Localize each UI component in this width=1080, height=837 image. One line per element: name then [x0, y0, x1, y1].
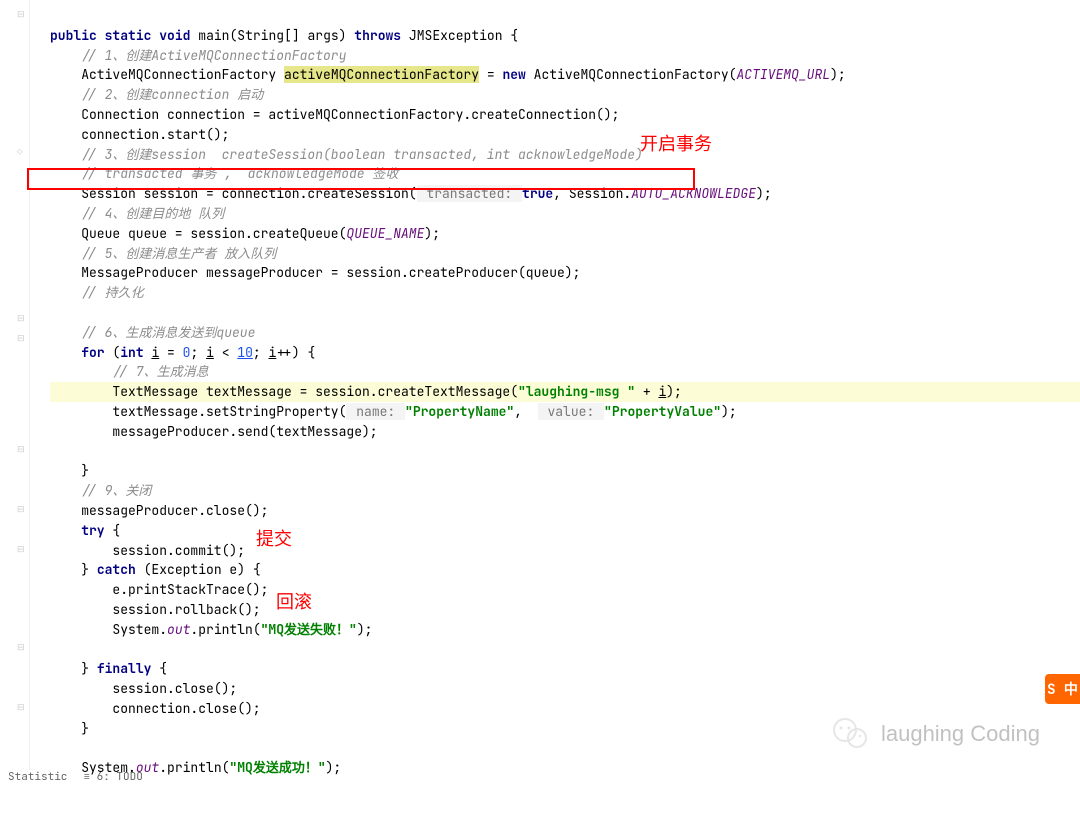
code-line: // transacted 事务 , acknowledgeMode 签收: [50, 165, 398, 182]
code-line: connection.close();: [50, 700, 261, 717]
code-line: TextMessage textMessage = session.create…: [50, 382, 1080, 402]
watermark: laughing Coding: [831, 714, 1040, 754]
fold-icon[interactable]: ⊟: [17, 543, 25, 555]
ime-badge[interactable]: S 中: [1045, 674, 1080, 704]
code-line: try {: [50, 522, 120, 539]
gutter: ⊟ ◇ ⊟ ⊟ ⊟ ⊟ ⊟ ⊟ ⊟: [0, 0, 30, 770]
code-line: // 7、生成消息: [50, 363, 209, 380]
code-line: messageProducer.close();: [50, 502, 268, 519]
code-line: // 9、关闭: [50, 482, 151, 499]
code-line: Session session = connection.createSessi…: [50, 185, 772, 202]
code-line: textMessage.setStringProperty( name: "Pr…: [50, 403, 737, 420]
fold-icon[interactable]: ⊟: [17, 701, 25, 713]
code-line: // 2、创建connection 启动: [50, 86, 263, 103]
wechat-icon: [831, 714, 871, 754]
code-line: [50, 304, 58, 321]
code-line: // 4、创建目的地 队列: [50, 205, 224, 222]
code-line: ActiveMQConnectionFactory activeMQConnec…: [50, 66, 846, 83]
fold-icon[interactable]: ◇: [17, 146, 22, 158]
code-line: // 持久化: [50, 284, 144, 301]
fold-icon[interactable]: ⊟: [17, 312, 25, 324]
code-line: session.close();: [50, 680, 237, 697]
code-line: session.rollback();: [50, 601, 261, 618]
code-line: [50, 739, 58, 756]
code-line: } finally {: [50, 660, 167, 677]
code-line: }: [50, 462, 89, 479]
fold-icon[interactable]: ⊟: [17, 503, 25, 515]
editor-container: ⊟ ◇ ⊟ ⊟ ⊟ ⊟ ⊟ ⊟ ⊟ public static void mai…: [0, 0, 1080, 770]
code-line: Queue queue = session.createQueue(QUEUE_…: [50, 225, 440, 242]
code-line: // 5、创建消息生产者 放入队列: [50, 245, 276, 262]
code-line: messageProducer.send(textMessage);: [50, 423, 378, 440]
code-line: MessageProducer messageProducer = sessio…: [50, 264, 580, 281]
code-line: e.printStackTrace();: [50, 581, 268, 598]
bottom-tabs: Statistic ≡ 6: TODO: [0, 770, 143, 774]
fold-icon[interactable]: ⊟: [17, 443, 25, 455]
fold-icon[interactable]: ⊟: [17, 332, 25, 344]
code-line: connection.start();: [50, 126, 229, 143]
code-line: for (int i = 0; i < 10; i++) {: [50, 344, 315, 361]
code-line: // 3、创建session createSession(boolean tra…: [50, 146, 643, 163]
code-line: public static void main(String[] args) t…: [50, 27, 518, 44]
tab-todo[interactable]: ≡ 6: TODO: [83, 770, 142, 774]
code-line: }: [50, 720, 89, 737]
code-line: [50, 443, 58, 460]
watermark-text: laughing Coding: [881, 721, 1040, 747]
code-line: // 6、生成消息发送到queue: [50, 324, 255, 341]
fold-icon[interactable]: ⊟: [17, 8, 25, 20]
tab-statistic[interactable]: Statistic: [8, 770, 67, 774]
code-area[interactable]: public static void main(String[] args) t…: [30, 0, 1080, 770]
code-line: Connection connection = activeMQConnecti…: [50, 106, 619, 123]
fold-icon[interactable]: ⊟: [17, 641, 25, 653]
code-line: // 1、创建ActiveMQConnectionFactory: [50, 47, 346, 64]
code-line: } catch (Exception e) {: [50, 561, 261, 578]
code-line: session.commit();: [50, 542, 245, 559]
code-line: [50, 641, 58, 658]
code-line: System.out.println("MQ发送失败！");: [50, 621, 372, 638]
